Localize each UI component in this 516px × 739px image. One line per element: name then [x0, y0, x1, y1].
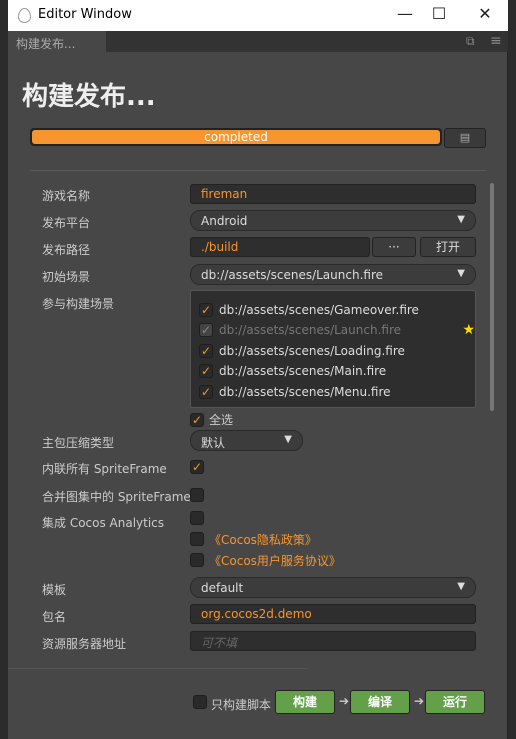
- scene-item[interactable]: ✓ db://assets/scenes/Loading.fire: [199, 342, 405, 360]
- compile-button[interactable]: 编译: [350, 690, 410, 714]
- server-input[interactable]: 可不填: [190, 631, 476, 651]
- server-label: 资源服务器地址: [42, 637, 127, 651]
- run-button[interactable]: 运行: [425, 690, 485, 714]
- package-label: 包名: [42, 610, 67, 624]
- select-all[interactable]: ✓ 全选: [190, 411, 233, 428]
- checkbox[interactable]: ✓: [190, 412, 204, 427]
- script-only-label: 只构建脚本: [211, 698, 272, 712]
- checkbox[interactable]: ✓: [199, 344, 213, 358]
- compress-select[interactable]: 默认 ▼: [190, 430, 303, 451]
- start-scene-value: db://assets/scenes/Launch.fire: [201, 268, 383, 282]
- divider: [30, 170, 486, 171]
- divider: [8, 668, 308, 669]
- checkbox[interactable]: ✓: [199, 385, 213, 399]
- select-all-label: 全选: [209, 413, 234, 427]
- game-name-label: 游戏名称: [42, 189, 91, 203]
- compress-label: 主包压缩类型: [42, 436, 115, 450]
- merge-spriteframe-label: 合并图集中的 SpriteFrame: [42, 490, 191, 504]
- script-only-checkbox[interactable]: [193, 695, 207, 709]
- scene-item[interactable]: ✓ db://assets/scenes/Menu.fire: [199, 383, 391, 401]
- menu-icon[interactable]: ≡: [490, 33, 502, 49]
- page-title: 构建发布...: [22, 82, 156, 112]
- checkbox[interactable]: ✓: [199, 303, 213, 317]
- game-name-input[interactable]: fireman: [190, 184, 476, 204]
- scene-path: db://assets/scenes/Launch.fire: [219, 323, 401, 337]
- minimize-button[interactable]: —: [390, 4, 420, 23]
- open-folder-button[interactable]: 打开: [420, 237, 476, 257]
- privacy-checkbox[interactable]: [190, 532, 204, 546]
- scene-item: ✓ db://assets/scenes/Launch.fire ★: [199, 321, 475, 339]
- checkbox: ✓: [199, 323, 213, 337]
- package-input[interactable]: org.cocos2d.demo: [190, 604, 476, 624]
- analytics-checkbox[interactable]: [190, 511, 204, 525]
- template-value: default: [201, 581, 244, 595]
- popout-icon[interactable]: ⧉: [466, 34, 475, 49]
- platform-label: 发布平台: [42, 216, 91, 230]
- scrollbar[interactable]: [490, 183, 494, 411]
- progress-label: completed: [32, 130, 440, 144]
- close-button[interactable]: ✕: [470, 4, 500, 23]
- browse-button[interactable]: ···: [372, 237, 416, 257]
- scene-list: ✓ db://assets/scenes/Gameover.fire ✓ db://…: [190, 290, 476, 408]
- template-select[interactable]: default ▼: [190, 577, 476, 598]
- title-bar: Editor Window — ☐ ✕: [8, 0, 508, 31]
- platform-value: Android: [201, 214, 248, 228]
- open-log-button[interactable]: ▤: [444, 128, 486, 148]
- star-icon: ★: [462, 322, 475, 338]
- dropdown-arrow-icon: ▼: [457, 214, 465, 225]
- app-logo-icon: [18, 8, 31, 23]
- scene-path: db://assets/scenes/Gameover.fire: [219, 303, 419, 317]
- merge-spriteframe-checkbox[interactable]: [190, 488, 204, 502]
- inline-spriteframe-label: 内联所有 SpriteFrame: [42, 462, 167, 476]
- start-scene-select[interactable]: db://assets/scenes/Launch.fire ▼: [190, 264, 476, 285]
- start-scene-label: 初始场景: [42, 270, 91, 284]
- checkbox[interactable]: ✓: [199, 364, 213, 378]
- analytics-label: 集成 Cocos Analytics: [42, 516, 165, 530]
- build-progress-bar: completed: [30, 128, 442, 146]
- template-label: 模板: [42, 583, 67, 597]
- scene-path: db://assets/scenes/Main.fire: [219, 364, 387, 378]
- build-button[interactable]: 构建: [275, 690, 335, 714]
- privacy-policy-link[interactable]: 《Cocos隐私政策》: [209, 531, 317, 548]
- arrow-right-icon: ➔: [414, 694, 425, 708]
- path-label: 发布路径: [42, 243, 91, 257]
- tab-build[interactable]: 构建发布...: [8, 31, 106, 52]
- scene-item[interactable]: ✓ db://assets/scenes/Main.fire: [199, 362, 386, 380]
- dropdown-arrow-icon: ▼: [284, 434, 292, 445]
- path-input[interactable]: ./build: [190, 237, 370, 257]
- maximize-button[interactable]: ☐: [424, 4, 454, 23]
- scene-path: db://assets/scenes/Loading.fire: [219, 344, 405, 358]
- log-file-icon: ▤: [459, 131, 471, 144]
- compress-value: 默认: [201, 436, 226, 450]
- scenes-label: 参与构建场景: [42, 297, 115, 311]
- scene-path: db://assets/scenes/Menu.fire: [219, 385, 391, 399]
- window-title: Editor Window: [38, 7, 132, 22]
- platform-select[interactable]: Android ▼: [190, 210, 476, 231]
- service-checkbox[interactable]: [190, 553, 204, 567]
- dropdown-arrow-icon: ▼: [457, 268, 465, 279]
- tab-bar: 构建发布... ⧉ ≡: [8, 31, 508, 52]
- dropdown-arrow-icon: ▼: [457, 581, 465, 592]
- arrow-right-icon: ➔: [339, 694, 350, 708]
- scene-item[interactable]: ✓ db://assets/scenes/Gameover.fire: [199, 301, 419, 319]
- service-agreement-link[interactable]: 《Cocos用户服务协议》: [209, 552, 341, 569]
- inline-spriteframe-checkbox[interactable]: ✓: [190, 460, 204, 474]
